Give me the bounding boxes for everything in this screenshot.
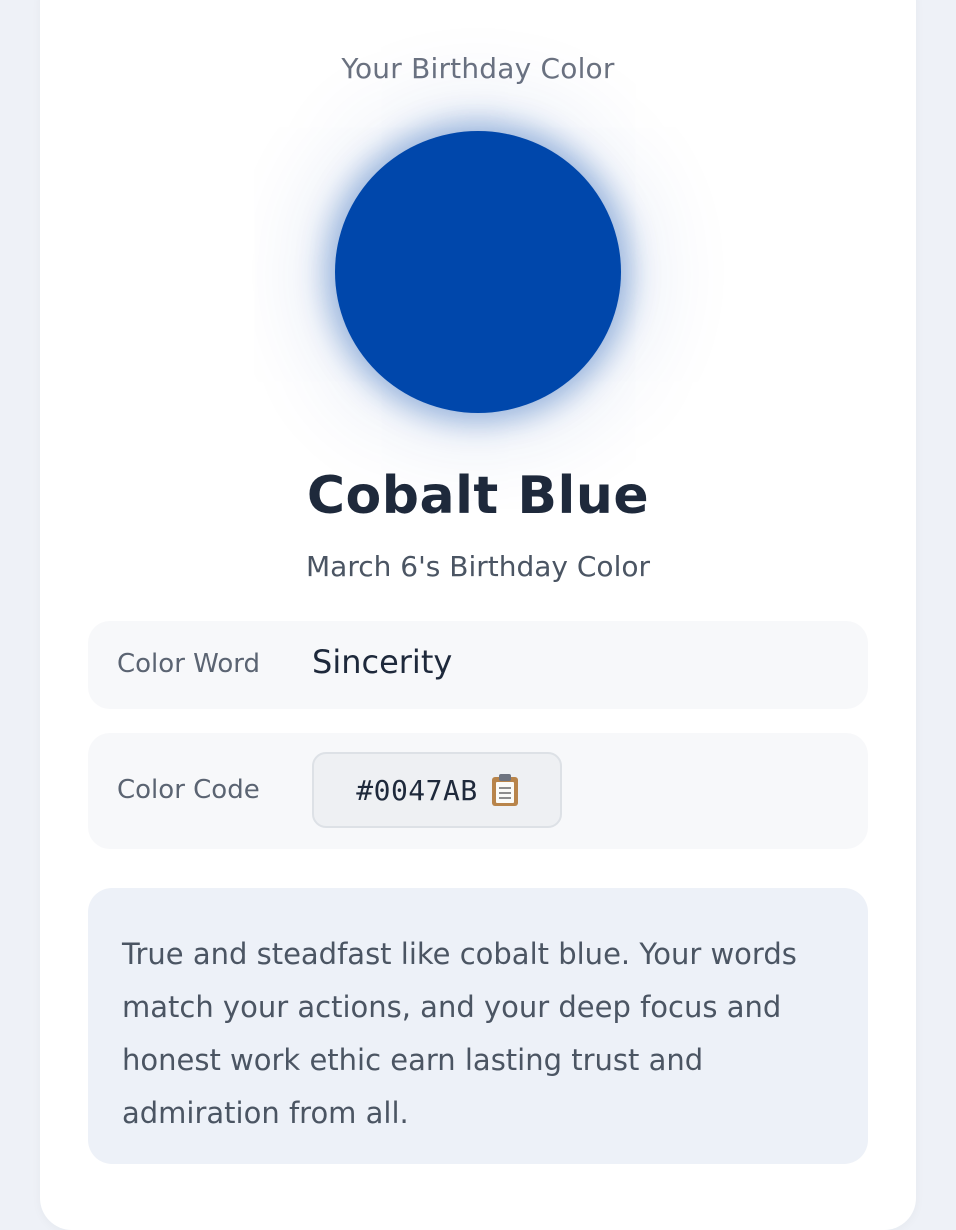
color-word-row: Color Word Sincerity [88, 621, 868, 709]
color-code-value: #0047AB [356, 773, 478, 807]
color-swatch [335, 131, 621, 413]
color-name: Cobalt Blue [306, 466, 650, 526]
color-code-label: Color Code [117, 775, 260, 805]
clipboard-icon [491, 774, 518, 806]
page-eyebrow: Your Birthday Color [341, 52, 615, 85]
color-swatch-container [335, 131, 621, 413]
color-word-value: Sincerity [312, 643, 453, 681]
birthday-subtitle: March 6's Birthday Color [306, 550, 650, 583]
birthday-color-card: Your Birthday Color Cobalt Blue March 6'… [40, 0, 916, 1230]
copy-color-code-button[interactable]: #0047AB [312, 752, 562, 828]
color-code-row: Color Code #0047AB [88, 733, 868, 849]
color-description: True and steadfast like cobalt blue. You… [88, 888, 868, 1164]
color-word-label: Color Word [117, 649, 260, 679]
